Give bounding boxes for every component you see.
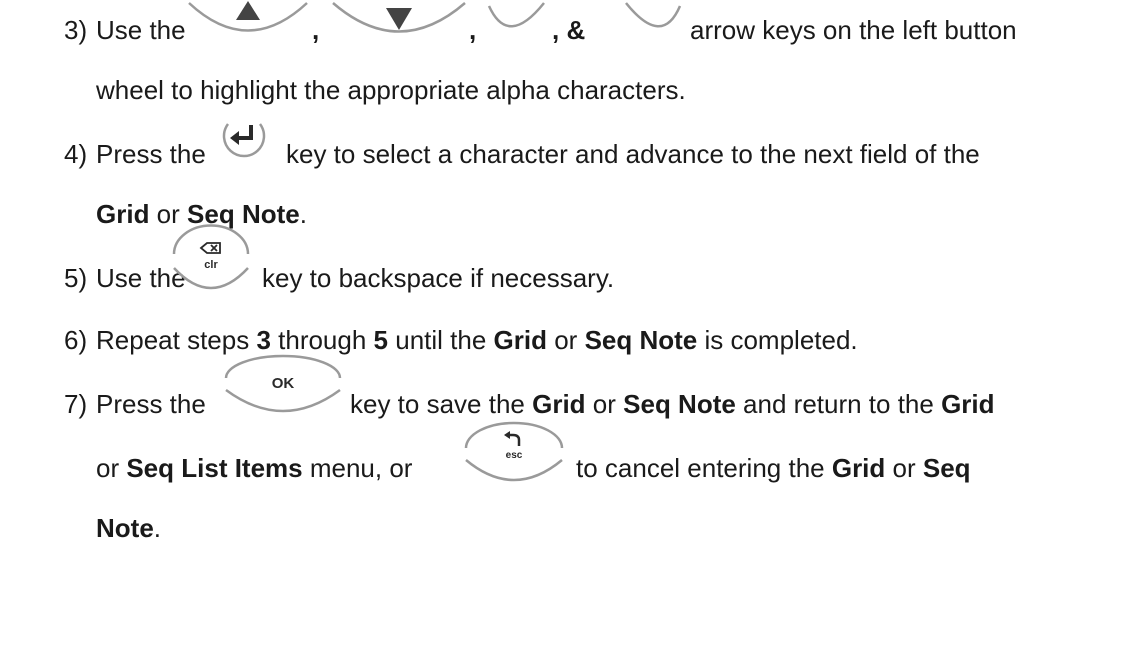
step-text: . — [299, 199, 307, 229]
term-grid: Grid — [532, 389, 586, 419]
step-4-line-1: 4) Press the key to select a character a… — [0, 123, 1142, 184]
step-7-line-1: 7) Press the OK key to save the Grid or … — [0, 354, 1142, 434]
step-text: Press the — [96, 389, 206, 419]
step-3-line-2: wheel to highlight the appropriate alpha… — [0, 60, 1142, 120]
ok-key-icon: OK — [222, 354, 344, 414]
clear-backspace-key-icon: clr — [170, 224, 252, 292]
step-number: 7) — [64, 389, 88, 419]
enter-key-icon — [220, 116, 268, 164]
step-6-line: 6) Repeat steps 3 through 5 until the Gr… — [0, 310, 1142, 370]
step-number: 5) — [64, 263, 88, 293]
step-text: key to save the — [350, 389, 533, 419]
term-seq-note: Seq Note — [623, 389, 736, 419]
step-text: key to backspace if necessary. — [262, 263, 615, 293]
step-text: or — [885, 453, 923, 483]
step-text: Press the — [96, 139, 206, 169]
step-7-line-2: or Seq List Items menu, or esc to cancel… — [0, 421, 1142, 498]
term-grid: Grid — [96, 199, 150, 229]
step-number: 4) — [64, 139, 88, 169]
arrow-right-key-icon — [622, 0, 684, 44]
arrow-down-key-icon — [330, 0, 468, 44]
arrow-left-key-icon — [486, 0, 548, 44]
step-text: Repeat steps — [96, 325, 257, 355]
term-seq-list-items: Seq List Items — [126, 453, 303, 483]
step-number: 3) — [64, 15, 88, 45]
clr-key-label: clr — [204, 259, 218, 271]
step-text: or — [149, 199, 188, 229]
term-grid: Grid — [831, 453, 886, 483]
esc-key-label: esc — [505, 450, 523, 461]
step-text: through — [270, 325, 374, 355]
step-text: Use the — [96, 15, 186, 45]
comma-separator: , — [312, 15, 320, 45]
step-text: menu, or — [302, 453, 413, 483]
term-seq-note: Seq Note — [584, 325, 698, 355]
step-text: or — [96, 453, 127, 483]
step-text: until the — [388, 325, 494, 355]
step-text: arrow keys on the left button — [690, 15, 1017, 45]
step-number: 6) — [64, 325, 88, 355]
step-text: and return to the — [735, 389, 942, 419]
step-ref: 3 — [256, 325, 271, 355]
step-text: key to select a character and advance to… — [286, 139, 980, 169]
term-seq-note: Seq Note — [187, 199, 300, 229]
step-7-line-3: Note. — [0, 498, 1142, 558]
step-ref: 5 — [373, 325, 389, 355]
term-note: Note — [96, 513, 154, 543]
step-text: to cancel entering the — [576, 453, 832, 483]
term-grid: Grid — [493, 325, 547, 355]
comma-separator: , — [469, 15, 477, 45]
step-text: or — [546, 325, 585, 355]
step-text: . — [153, 513, 162, 543]
term-grid: Grid — [941, 389, 995, 419]
step-text: is completed. — [697, 325, 858, 355]
step-4-line-2: Grid or Seq Note. — [0, 184, 1142, 244]
step-text: or — [585, 389, 624, 419]
term-seq: Seq — [922, 453, 971, 483]
esc-key-icon: esc — [462, 421, 566, 482]
step-text: wheel to highlight the appropriate alpha… — [96, 75, 686, 105]
step-3-line-1: 3) Use the , , , & arrow keys on the lef… — [0, 0, 1142, 60]
ampersand-separator: , & — [552, 15, 586, 45]
step-5-line: 5) Use the clr key to backspace if neces… — [0, 224, 1142, 308]
arrow-up-key-icon — [186, 0, 310, 42]
ok-key-label: OK — [271, 375, 295, 392]
